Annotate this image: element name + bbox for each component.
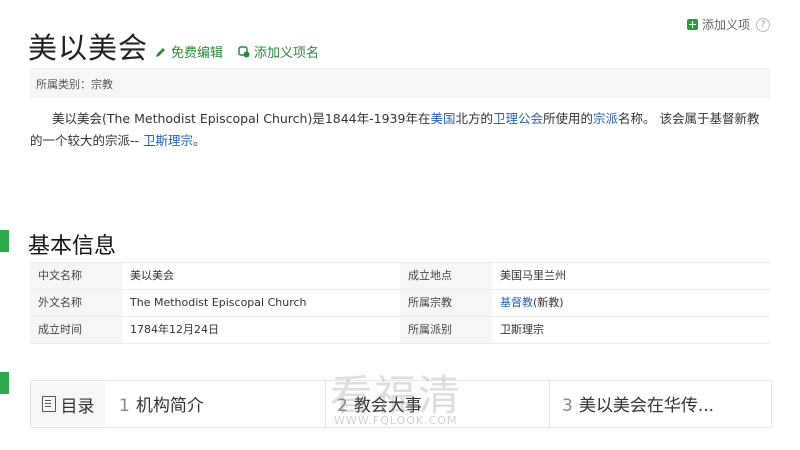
link-christianity[interactable]: 基督教 [500, 296, 533, 309]
info-value: 基督教(新教) [492, 290, 770, 316]
link-denomination[interactable]: 宗派 [593, 111, 618, 126]
toc-divider [325, 381, 326, 427]
edit-label: 免费编辑 [171, 46, 224, 61]
info-value: 卫斯理宗 [500, 323, 544, 336]
edit-button[interactable]: 免费编辑 [155, 42, 223, 61]
info-value: 1784年12月24日 [130, 323, 219, 336]
watermark-url: WWW.FQLOOK.COM [334, 414, 458, 427]
section-marker [0, 230, 9, 252]
link-wesleyan[interactable]: 卫斯理宗 [143, 133, 193, 148]
category-bar [30, 68, 770, 98]
toc-item[interactable]: 3 美以美会在华传... [562, 391, 714, 416]
toc-divider [549, 381, 550, 427]
info-label: 所属派别 [400, 317, 492, 343]
category-text: 所属类别：宗教 [36, 78, 113, 91]
link-methodist[interactable]: 卫理公会 [493, 111, 543, 126]
info-label: 成立地点 [400, 263, 492, 289]
summary-text: 所使用的 [543, 111, 594, 126]
summary-paragraph: 美以美会(The Methodist Episcopal Church)是184… [30, 108, 770, 152]
info-label: 中文名称 [30, 263, 122, 289]
plus-icon [686, 19, 698, 30]
page-title: 美以美会 [28, 31, 149, 65]
info-row: 外文名称 The Methodist Episcopal Church 所属宗教… [30, 290, 770, 317]
pencil-icon [156, 47, 165, 57]
info-value: 美以美会 [130, 269, 174, 282]
info-row: 中文名称 美以美会 成立地点 美国马里兰州 [30, 263, 770, 290]
info-value-rest: (新教) [533, 296, 564, 309]
info-label: 外文名称 [30, 290, 122, 316]
summary-text: 北方的 [455, 111, 493, 126]
summary-text: 美以美会(The Methodist Episcopal Church)是184… [52, 111, 431, 126]
add-sense-label: 添加义项 [701, 18, 750, 32]
info-row: 成立时间 1784年12月24日 所属派别 卫斯理宗 [30, 317, 770, 344]
toc-item-number: 3 [562, 396, 573, 416]
link-usa[interactable]: 美国 [430, 111, 455, 126]
toc-item-label: 美以美会在华传... [578, 396, 715, 416]
help-icon[interactable]: ? [756, 17, 770, 32]
info-label: 成立时间 [30, 317, 122, 343]
toc-header-label: 目录 [60, 396, 95, 417]
info-table: 中文名称 美以美会 成立地点 美国马里兰州 外文名称 The Methodist… [30, 262, 770, 344]
info-label: 所属宗教 [400, 290, 492, 316]
add-name-button[interactable]: 添加义项名 [238, 42, 319, 61]
toc-icon [41, 396, 56, 412]
toc-item-label: 机构简介 [135, 396, 204, 416]
add-name-label: 添加义项名 [254, 46, 320, 61]
info-value: The Methodist Episcopal Church [130, 296, 307, 309]
toc-item-number: 1 [119, 396, 130, 416]
section-marker [0, 372, 9, 394]
toc-header: 目录 [31, 382, 105, 426]
basic-info-title: 基本信息 [28, 234, 117, 259]
add-sense-link[interactable]: 添加义项 ? [686, 16, 770, 33]
info-value: 美国马里兰州 [500, 269, 566, 282]
add-name-icon [238, 45, 250, 57]
toc-item[interactable]: 1 机构简介 [119, 391, 204, 416]
summary-text: 。 [193, 133, 206, 148]
